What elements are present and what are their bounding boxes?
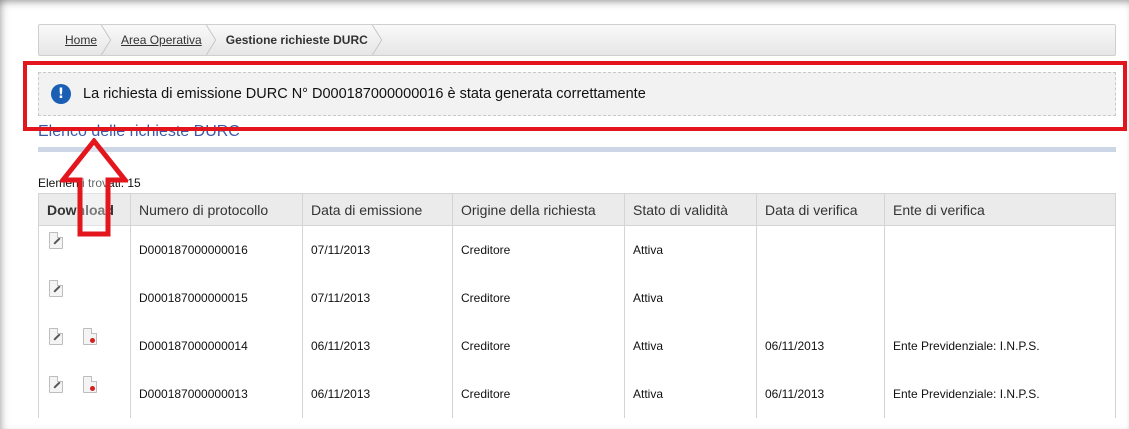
cell-ente: Ente Previdenziale: I.N.P.S. — [884, 321, 1116, 370]
info-icon: ! — [51, 84, 71, 104]
notice-message: La richiesta di emissione DURC N° D00018… — [83, 86, 646, 102]
column-header-verifica[interactable]: Data di verifica — [756, 193, 885, 226]
breadcrumb-current-label: Gestione richieste DURC — [225, 33, 368, 47]
document-edit-icon[interactable] — [49, 279, 63, 297]
breadcrumb-separator-icon — [205, 25, 216, 55]
cell-verifica: 06/11/2013 — [756, 369, 885, 418]
document-pdf-icon[interactable] — [83, 327, 97, 345]
column-header-protocollo[interactable]: Numero di protocollo — [130, 193, 303, 226]
cell-emissione: 06/11/2013 — [302, 369, 453, 418]
cell-stato: Attiva — [624, 321, 757, 370]
table-row: D000187000000014 06/11/2013 Creditore At… — [38, 321, 1116, 370]
cell-protocollo: D000187000000014 — [130, 321, 303, 370]
breadcrumb-item-home[interactable]: Home — [65, 25, 121, 55]
column-header-download[interactable]: Download — [38, 193, 131, 226]
cell-stato: Attiva — [624, 273, 757, 322]
cell-verifica — [756, 273, 885, 322]
breadcrumb-item-current: Gestione richieste DURC — [226, 25, 392, 55]
cell-stato: Attiva — [624, 225, 757, 274]
cell-emissione: 07/11/2013 — [302, 273, 453, 322]
cell-ente — [884, 225, 1116, 274]
cell-origine: Creditore — [452, 225, 625, 274]
download-cell — [38, 273, 131, 322]
column-header-origine[interactable]: Origine della richiesta — [452, 193, 625, 226]
cell-protocollo: D000187000000015 — [130, 273, 303, 322]
breadcrumb-link-home[interactable]: Home — [65, 33, 97, 47]
document-edit-icon[interactable] — [49, 375, 63, 393]
cell-stato: Attiva — [624, 369, 757, 418]
breadcrumb: Home Area Operativa Gestione richieste D… — [38, 24, 1116, 56]
breadcrumb-separator-icon — [371, 25, 383, 55]
download-cell — [38, 369, 131, 418]
table-row: D000187000000016 07/11/2013 Creditore At… — [38, 225, 1116, 274]
document-edit-icon[interactable] — [49, 327, 63, 345]
cell-ente: Ente Previdenziale: I.N.P.S. — [884, 369, 1116, 418]
table-row: D000187000000013 06/11/2013 Creditore At… — [38, 369, 1116, 418]
column-header-emissione[interactable]: Data di emissione — [302, 193, 453, 226]
results-count: Elementi trovati: 15 — [38, 176, 141, 190]
document-edit-icon[interactable] — [49, 232, 63, 249]
cell-emissione: 06/11/2013 — [302, 321, 453, 370]
success-notice: ! La richiesta di emissione DURC N° D000… — [38, 72, 1116, 116]
breadcrumb-item-area-operativa[interactable]: Area Operativa — [121, 25, 226, 55]
table-header-row: Download Numero di protocollo Data di em… — [38, 193, 1116, 226]
section-title: Elenco delle richieste DURC — [38, 123, 240, 140]
column-header-stato[interactable]: Stato di validità — [624, 193, 757, 226]
cell-verifica — [756, 225, 885, 274]
cell-origine: Creditore — [452, 369, 625, 418]
download-cell — [38, 321, 131, 370]
document-pdf-icon[interactable] — [83, 375, 97, 393]
download-cell — [38, 225, 131, 274]
breadcrumb-link-area-operativa[interactable]: Area Operativa — [121, 33, 202, 47]
cell-origine: Creditore — [452, 273, 625, 322]
cell-origine: Creditore — [452, 321, 625, 370]
column-header-ente[interactable]: Ente di verifica — [884, 193, 1116, 226]
requests-table: Download Numero di protocollo Data di em… — [38, 193, 1116, 418]
cell-verifica: 06/11/2013 — [756, 321, 885, 370]
section-divider — [38, 147, 1116, 152]
cell-emissione: 07/11/2013 — [302, 225, 453, 274]
breadcrumb-separator-icon — [100, 25, 112, 55]
table-row: D000187000000015 07/11/2013 Creditore At… — [38, 273, 1116, 322]
cell-ente — [884, 273, 1116, 322]
cell-protocollo: D000187000000013 — [130, 369, 303, 418]
cell-protocollo: D000187000000016 — [130, 225, 303, 274]
